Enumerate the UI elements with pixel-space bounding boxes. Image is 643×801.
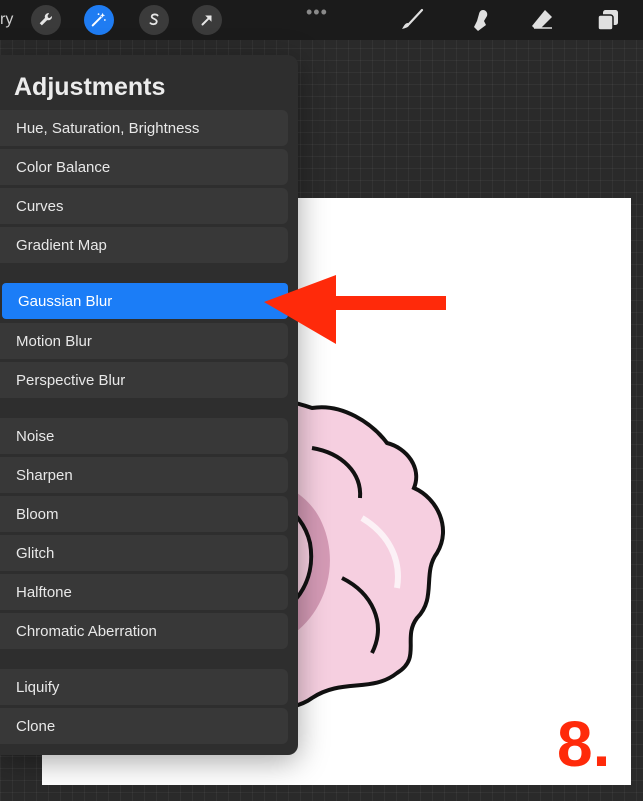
smudge-tool-button[interactable] bbox=[466, 5, 496, 35]
layers-icon bbox=[597, 10, 618, 31]
selection-button[interactable] bbox=[139, 5, 169, 35]
menu-item-chromatic-aberration[interactable]: Chromatic Aberration bbox=[0, 613, 288, 649]
actions-wrench-button[interactable] bbox=[31, 5, 61, 35]
menu-item-noise[interactable]: Noise bbox=[0, 418, 288, 454]
transform-arrow-icon bbox=[201, 15, 212, 26]
more-options-dots[interactable]: ••• bbox=[306, 2, 328, 23]
brush-tool-button[interactable] bbox=[397, 5, 427, 35]
menu-item-gaussian-blur[interactable]: Gaussian Blur bbox=[2, 283, 288, 319]
menu-item-hue-saturation-brightness[interactable]: Hue, Saturation, Brightness bbox=[0, 110, 288, 146]
pointer-arrow-icon bbox=[264, 275, 446, 344]
step-number-label: 8. bbox=[557, 708, 611, 780]
brush-icon bbox=[402, 8, 424, 29]
menu-item-liquify[interactable]: Liquify bbox=[0, 669, 288, 705]
menu-item-sharpen[interactable]: Sharpen bbox=[0, 457, 288, 493]
adjustments-wand-button[interactable] bbox=[84, 5, 114, 35]
top-toolbar: ry ••• bbox=[0, 0, 643, 40]
wrench-icon bbox=[39, 13, 52, 26]
smudge-finger-icon bbox=[474, 10, 488, 31]
eraser-icon bbox=[532, 10, 552, 29]
menu-item-motion-blur[interactable]: Motion Blur bbox=[0, 323, 288, 359]
adjustments-title: Adjustments bbox=[14, 73, 166, 101]
menu-item-perspective-blur[interactable]: Perspective Blur bbox=[0, 362, 288, 398]
adjustments-panel: Adjustments Hue, Saturation, Brightness … bbox=[0, 55, 298, 755]
menu-item-color-balance[interactable]: Color Balance bbox=[0, 149, 288, 185]
menu-item-curves[interactable]: Curves bbox=[0, 188, 288, 224]
gallery-link[interactable]: ry bbox=[0, 11, 13, 29]
menu-item-bloom[interactable]: Bloom bbox=[0, 496, 288, 532]
layers-button[interactable] bbox=[593, 5, 623, 35]
transform-button[interactable] bbox=[192, 5, 222, 35]
eraser-tool-button[interactable] bbox=[527, 5, 557, 35]
magic-wand-icon bbox=[91, 12, 106, 27]
menu-item-halftone[interactable]: Halftone bbox=[0, 574, 288, 610]
menu-item-clone[interactable]: Clone bbox=[0, 708, 288, 744]
menu-item-glitch[interactable]: Glitch bbox=[0, 535, 288, 571]
selection-s-icon bbox=[149, 13, 159, 26]
menu-item-gradient-map[interactable]: Gradient Map bbox=[0, 227, 288, 263]
